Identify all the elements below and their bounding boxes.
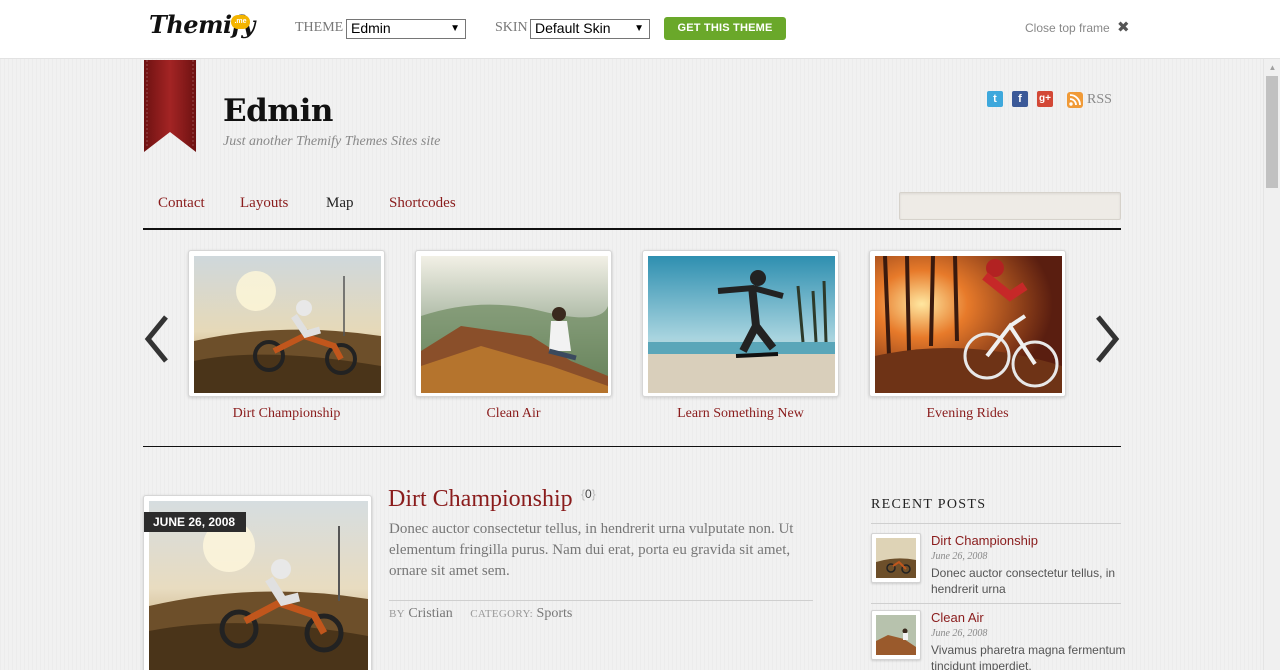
dirt-bike-photo — [876, 538, 916, 578]
sidebar-divider — [871, 523, 1121, 524]
theme-label: THEME — [295, 20, 344, 35]
post-title[interactable]: Dirt Championship — [388, 486, 573, 513]
dirt-bike-photo — [194, 256, 381, 393]
top-frame: Themify .me THEME Edmin ▼ SKIN Default S… — [0, 0, 1280, 59]
rss-label[interactable]: RSS — [1087, 92, 1112, 108]
post-category[interactable]: Sports — [537, 606, 573, 621]
slide-caption[interactable]: Dirt Championship — [188, 406, 385, 422]
comment-count[interactable]: {0} — [581, 487, 596, 501]
nav-item-contact[interactable]: Contact — [158, 195, 205, 212]
sidebar-heading: RECENT POSTS — [871, 497, 987, 512]
recent-post-date: June 26, 2008 — [931, 628, 988, 639]
slide-card[interactable] — [642, 250, 839, 397]
skin-select-value: Default Skin — [535, 20, 611, 36]
slide-caption[interactable]: Learn Something New — [642, 406, 839, 422]
close-top-frame-link[interactable]: Close top frame — [1025, 21, 1110, 35]
facebook-icon[interactable]: f — [1012, 91, 1028, 107]
theme-select[interactable]: Edmin ▼ — [346, 19, 466, 39]
by-label: BY — [389, 608, 405, 620]
slide-caption[interactable]: Clean Air — [415, 406, 612, 422]
sidebar-divider — [871, 603, 1121, 604]
rss-icon[interactable] — [1067, 92, 1083, 108]
hiker-cliff-photo — [876, 615, 916, 655]
search-input[interactable] — [899, 192, 1121, 220]
twitter-icon[interactable]: t — [987, 91, 1003, 107]
post-meta-divider — [389, 600, 813, 601]
skateboarder-photo — [648, 256, 835, 393]
slider-divider — [143, 446, 1121, 447]
logo-badge: .me — [231, 15, 250, 29]
dropdown-arrow-icon: ▼ — [634, 23, 644, 34]
hiker-cliff-photo — [421, 256, 608, 393]
mountain-bike-photo — [875, 256, 1062, 393]
site-tagline: Just another Themify Themes Sites site — [223, 134, 441, 149]
recent-post-title[interactable]: Dirt Championship — [931, 533, 1038, 548]
get-this-theme-button[interactable]: GET THIS THEME — [664, 17, 786, 40]
slide-caption[interactable]: Evening Rides — [869, 406, 1066, 422]
recent-post-date: June 26, 2008 — [931, 551, 988, 562]
dropdown-arrow-icon: ▼ — [450, 23, 460, 34]
slider-next-icon[interactable] — [1092, 313, 1122, 365]
post-excerpt: Donec auctor consectetur tellus, in hend… — [389, 521, 794, 579]
post-date-badge: JUNE 26, 2008 — [144, 512, 246, 532]
scroll-up-icon[interactable]: ▲ — [1264, 59, 1280, 76]
slide-card[interactable] — [869, 250, 1066, 397]
post-author[interactable]: Cristian — [408, 606, 452, 621]
post-meta: BY Cristian CATEGORY: Sports — [389, 606, 572, 622]
nav-item-layouts[interactable]: Layouts — [240, 195, 288, 212]
recent-post-excerpt: Vivamus pharetra magna fermentum tincidu… — [931, 643, 1126, 670]
close-icon[interactable]: ✖ — [1117, 18, 1130, 36]
google-plus-icon[interactable]: g+ — [1037, 91, 1053, 107]
nav-divider — [143, 228, 1121, 230]
slide-card[interactable] — [415, 250, 612, 397]
slide-card[interactable] — [188, 250, 385, 397]
recent-post-excerpt: Donec auctor consectetur tellus, in hend… — [931, 566, 1116, 596]
theme-select-value: Edmin — [351, 20, 391, 36]
skin-label: SKIN — [495, 20, 528, 35]
recent-post-title[interactable]: Clean Air — [931, 610, 984, 625]
nav-item-map[interactable]: Map — [326, 195, 354, 212]
recent-post-thumbnail[interactable] — [871, 533, 921, 583]
site-title[interactable]: Edmin — [223, 93, 333, 129]
slider-prev-icon[interactable] — [142, 313, 172, 365]
recent-post-thumbnail[interactable] — [871, 610, 921, 660]
skin-select[interactable]: Default Skin ▼ — [530, 19, 650, 39]
page-scrollbar[interactable]: ▲ — [1263, 59, 1280, 670]
category-label: CATEGORY: — [470, 608, 534, 620]
nav-item-shortcodes[interactable]: Shortcodes — [389, 195, 456, 212]
scroll-thumb[interactable] — [1266, 76, 1278, 188]
ribbon-icon — [144, 60, 196, 152]
